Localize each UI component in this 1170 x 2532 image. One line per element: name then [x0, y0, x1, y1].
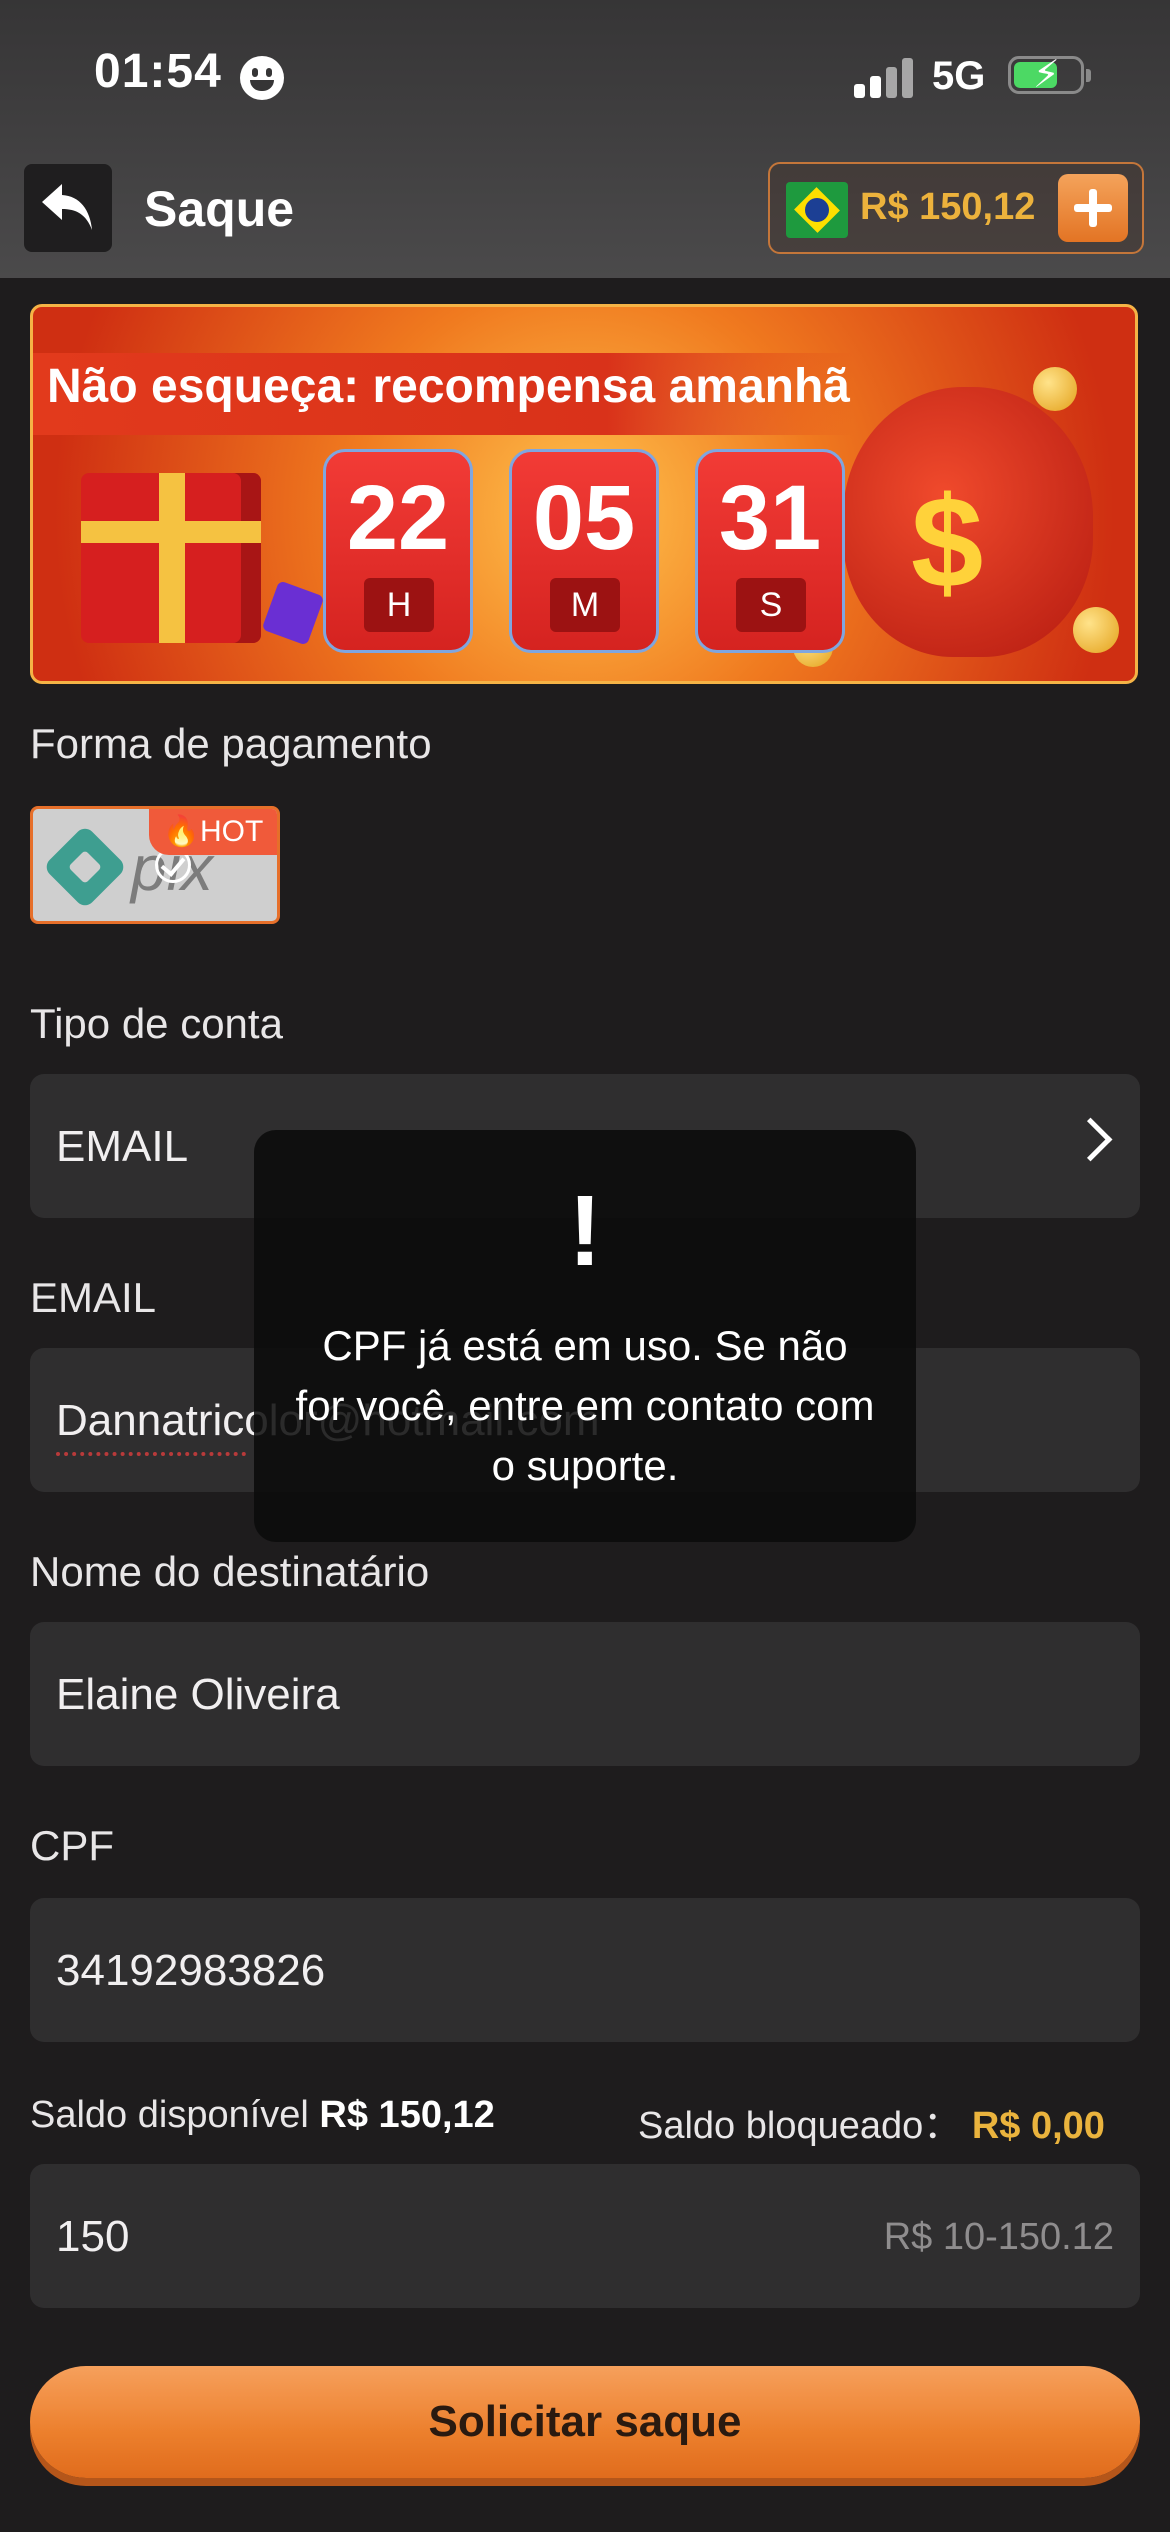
amount-range-hint: R$ 10-150.12: [883, 2216, 1114, 2258]
balance-amount: R$ 150,12: [860, 186, 1036, 228]
gem-icon: [261, 580, 325, 646]
error-toast: ! CPF já está em uso. Se não for você, e…: [254, 1130, 916, 1542]
smiley-icon: [240, 56, 284, 100]
timer-hours: 22 H: [323, 449, 473, 653]
email-label: EMAIL: [30, 1274, 157, 1321]
payment-method-pix[interactable]: pix 🔥HOT: [30, 806, 280, 924]
banner-title: Não esqueça: recompensa amanhã: [47, 360, 850, 413]
amount-value: 150: [56, 2212, 130, 2261]
back-button[interactable]: [24, 164, 112, 252]
available-balance: Saldo disponível R$ 150,12: [30, 2094, 495, 2136]
timer-seconds: 31 S: [695, 449, 845, 653]
reward-banner[interactable]: $ Não esqueça: recompensa amanhã 22 H 05…: [30, 304, 1138, 684]
gift-box-icon: [81, 473, 261, 643]
signal-icon: [854, 56, 916, 98]
timer-value: 31: [718, 467, 822, 569]
exclamation-icon: !: [568, 1175, 602, 1287]
amount-field[interactable]: 150 R$ 10-150.12: [30, 2164, 1140, 2308]
spellcheck-underline: [56, 1452, 246, 1456]
timer-unit: S: [736, 578, 806, 632]
blocked-balance: Saldo bloqueado： R$ 0,00: [638, 2105, 1105, 2147]
cpf-label: CPF: [30, 1822, 114, 1869]
recipient-label: Nome do destinatário: [30, 1548, 430, 1595]
timer-value: 22: [346, 467, 450, 569]
account-type-value: EMAIL: [56, 1122, 189, 1171]
chevron-right-icon: [1068, 1117, 1113, 1162]
pix-logo-icon: [42, 824, 128, 910]
balance-pill[interactable]: R$ 150,12: [768, 162, 1144, 254]
cpf-value: 34192983826: [56, 1946, 326, 1995]
battery-icon: ⚡: [1008, 55, 1091, 95]
page-title: Saque: [144, 181, 295, 237]
timer-minutes: 05 M: [509, 449, 659, 653]
recipient-name-field[interactable]: Elaine Oliveira: [30, 1622, 1140, 1766]
network-type: 5G: [932, 54, 986, 98]
payment-method-label: Forma de pagamento: [30, 720, 432, 767]
toast-message: CPF já está em uso. Se não for você, ent…: [295, 1322, 875, 1489]
timer-unit: M: [550, 578, 620, 632]
recipient-value: Elaine Oliveira: [56, 1670, 340, 1719]
timer-unit: H: [364, 578, 434, 632]
brazil-flag-icon: [786, 182, 848, 238]
timer-value: 05: [532, 467, 636, 569]
status-time: 01:54: [94, 45, 222, 98]
hot-badge: 🔥HOT: [149, 809, 277, 855]
submit-withdraw-button[interactable]: Solicitar saque: [30, 2366, 1140, 2478]
back-arrow-icon: [42, 184, 92, 230]
cpf-field[interactable]: 34192983826: [30, 1898, 1140, 2042]
deposit-plus-button[interactable]: [1058, 174, 1128, 242]
account-type-label: Tipo de conta: [30, 1000, 283, 1047]
